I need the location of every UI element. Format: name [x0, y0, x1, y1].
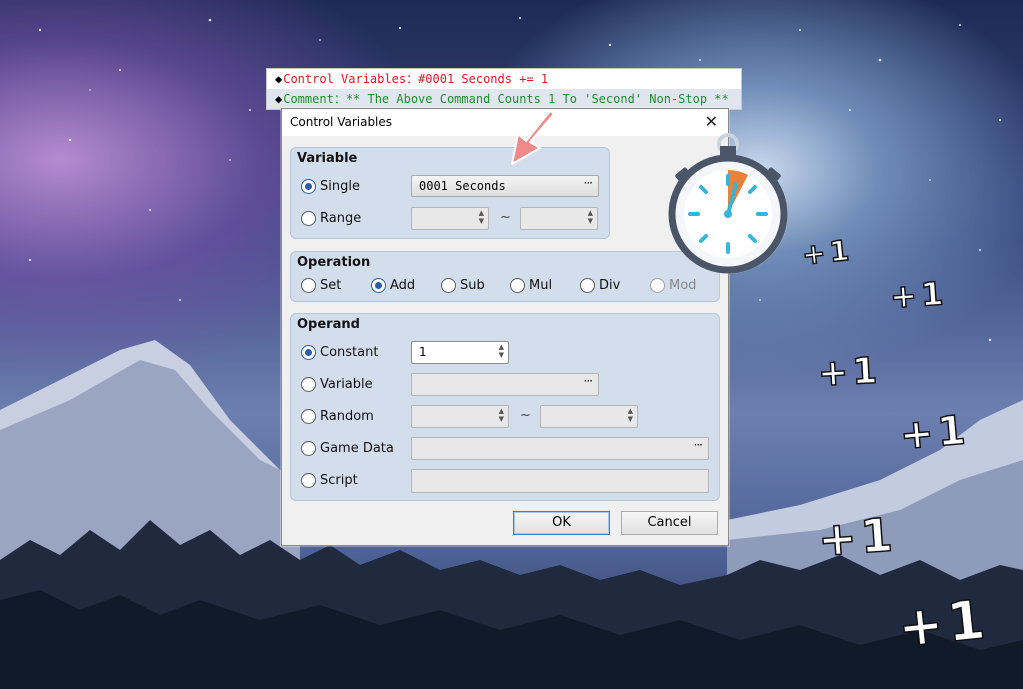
random-max-spinner[interactable]: ▲ ▼: [540, 405, 638, 428]
radio-mul-button[interactable]: [510, 278, 525, 293]
command-text: ：#0001 Seconds += 1: [406, 72, 549, 86]
radio-add-label: Add: [390, 278, 416, 293]
command-line-comment[interactable]: ◆Comment：** The Above Command Counts 1 T…: [267, 89, 741, 109]
operation-group-title: Operation: [297, 255, 371, 270]
bullet-icon: ◆: [275, 92, 283, 106]
radio-script[interactable]: Script: [301, 473, 358, 488]
script-input[interactable]: [411, 469, 709, 493]
range-separator: ~: [500, 210, 511, 225]
radio-constant-button[interactable]: [301, 345, 316, 360]
radio-op-mul[interactable]: Mul: [510, 278, 552, 293]
radio-random-label: Random: [320, 409, 374, 424]
plus-one-label: +1: [816, 350, 883, 396]
spinner-arrows-icon[interactable]: ▲ ▼: [588, 209, 593, 225]
radio-game-data[interactable]: Game Data: [301, 441, 394, 456]
constant-value: 1: [419, 345, 427, 359]
radio-constant-label: Constant: [320, 345, 379, 360]
radio-sub-label: Sub: [460, 278, 485, 293]
command-line-control-variables[interactable]: ◆Control Variables：#0001 Seconds += 1: [267, 69, 741, 89]
pointer-arrow-icon: [511, 110, 555, 165]
spinner-arrows-icon[interactable]: ▲ ▼: [628, 407, 633, 423]
random-separator: ~: [520, 408, 531, 423]
dialog-title: Control Variables: [290, 115, 393, 129]
range-start-spinner[interactable]: ▲ ▼: [411, 207, 489, 230]
command-text: ：** The Above Command Counts 1 To 'Secon…: [333, 92, 729, 106]
radio-add-button[interactable]: [371, 278, 386, 293]
game-data-selector[interactable]: ···: [411, 437, 709, 460]
ok-button[interactable]: OK: [513, 511, 610, 535]
single-variable-value: 0001 Seconds: [419, 179, 506, 193]
command-label: Comment: [283, 92, 334, 106]
radio-div-label: Div: [599, 278, 621, 293]
cancel-button[interactable]: Cancel: [621, 511, 718, 535]
radio-mod-button: [650, 278, 665, 293]
radio-game-data-button[interactable]: [301, 441, 316, 456]
radio-script-button[interactable]: [301, 473, 316, 488]
spinner-arrows-icon[interactable]: ▲ ▼: [499, 407, 504, 423]
radio-variable-label: Variable: [320, 377, 373, 392]
radio-random-button[interactable]: [301, 409, 316, 424]
radio-op-div[interactable]: Div: [580, 278, 620, 293]
variable-group-title: Variable: [297, 151, 358, 166]
radio-single-label: Single: [320, 179, 360, 194]
radio-mul-label: Mul: [529, 278, 553, 293]
operand-group-title: Operand: [297, 317, 360, 332]
radio-random[interactable]: Random: [301, 409, 374, 424]
plus-one-label: +1: [888, 273, 949, 316]
spinner-arrows-icon[interactable]: ▲ ▼: [499, 343, 504, 359]
close-icon[interactable]: ✕: [705, 112, 718, 131]
radio-op-mod: Mod: [650, 278, 696, 293]
operation-group: Operation Set Add Sub Mul Div Mod: [290, 251, 720, 302]
operand-variable-selector[interactable]: ···: [411, 373, 599, 396]
radio-op-set[interactable]: Set: [301, 278, 341, 293]
radio-mod-label: Mod: [669, 278, 697, 293]
radio-op-add[interactable]: Add: [371, 278, 415, 293]
control-variables-dialog: Control Variables ✕ Variable Single 0001…: [281, 108, 729, 546]
radio-div-button[interactable]: [580, 278, 595, 293]
radio-game-data-label: Game Data: [320, 441, 394, 456]
spinner-arrows-icon[interactable]: ▲ ▼: [479, 209, 484, 225]
radio-range-label: Range: [320, 211, 362, 226]
radio-set-label: Set: [320, 278, 342, 293]
radio-range-button[interactable]: [301, 211, 316, 226]
range-end-spinner[interactable]: ▲ ▼: [520, 207, 598, 230]
bullet-icon: ◆: [275, 72, 283, 86]
browse-icon: ···: [693, 438, 704, 452]
single-variable-selector[interactable]: 0001 Seconds ···: [411, 175, 599, 197]
command-label: Control Variables: [283, 72, 407, 86]
radio-set-button[interactable]: [301, 278, 316, 293]
constant-spinner[interactable]: 1 ▲ ▼: [411, 341, 509, 364]
variable-group: Variable Single 0001 Seconds ··· Range ▲…: [290, 147, 610, 239]
operand-group: Operand Constant 1 ▲ ▼ Variable ··· Rando…: [290, 313, 720, 501]
stopwatch-icon: [668, 133, 788, 274]
radio-sub-button[interactable]: [441, 278, 456, 293]
dialog-titlebar: Control Variables ✕: [282, 109, 728, 136]
plus-one-label: +1: [815, 507, 899, 568]
plus-one-label: +1: [800, 233, 856, 273]
browse-icon: ···: [583, 176, 594, 190]
radio-variable-button[interactable]: [301, 377, 316, 392]
radio-variable[interactable]: Variable: [301, 377, 373, 392]
radio-op-sub[interactable]: Sub: [441, 278, 485, 293]
radio-script-label: Script: [320, 473, 358, 488]
radio-constant[interactable]: Constant: [301, 345, 378, 360]
browse-icon: ···: [583, 374, 594, 388]
radio-range[interactable]: Range: [301, 211, 361, 226]
radio-single[interactable]: Single: [301, 179, 360, 194]
plus-one-label: +1: [897, 406, 972, 459]
event-command-list: ◆Control Variables：#0001 Seconds += 1 ◆C…: [266, 68, 742, 110]
radio-single-button[interactable]: [301, 179, 316, 194]
plus-one-label: +1: [894, 587, 992, 661]
random-min-spinner[interactable]: ▲ ▼: [411, 405, 509, 428]
